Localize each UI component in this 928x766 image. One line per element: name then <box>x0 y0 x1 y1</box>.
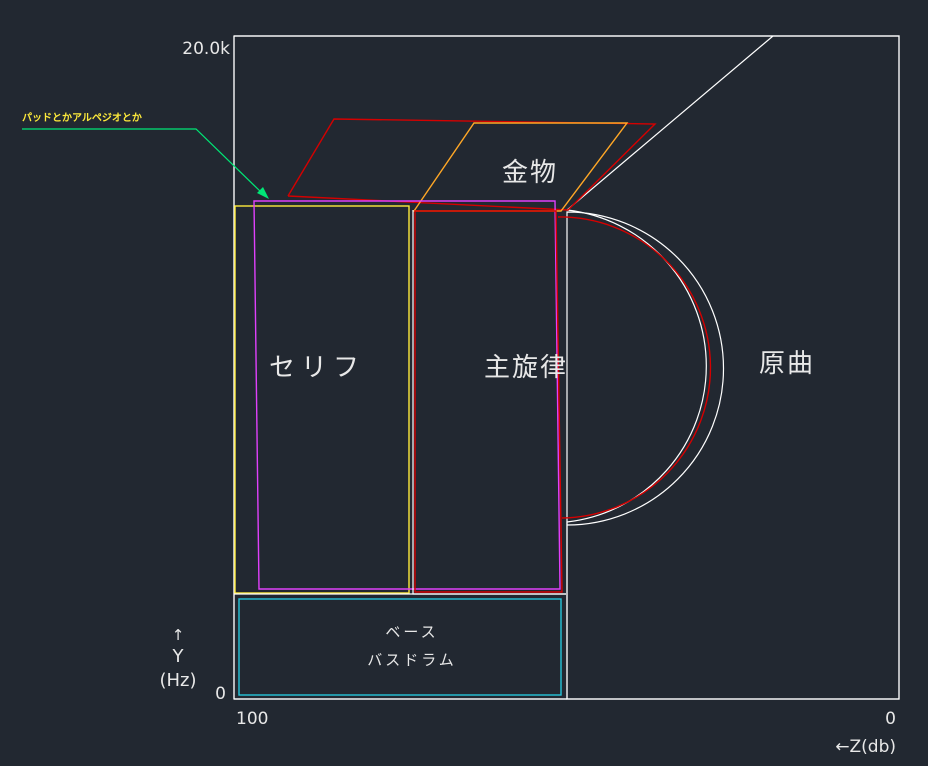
label-original: 原曲 <box>759 349 815 379</box>
label-kick: バスドラム <box>367 651 457 669</box>
melody-white-box <box>412 210 566 595</box>
label-serifu: セリフ <box>269 353 365 383</box>
y-axis-unit: (Hz) <box>159 670 196 691</box>
metal-red-outline <box>287 118 657 211</box>
melody-arc-red <box>557 216 712 519</box>
x-axis-left-label: 100 <box>236 709 268 729</box>
y-axis-top-label: 20.0k <box>182 39 230 59</box>
annotation-arrowhead <box>257 187 269 199</box>
x-axis-right-label: 0 <box>885 709 896 729</box>
label-melody: 主旋律 <box>484 353 568 383</box>
annotation-leader <box>22 128 264 195</box>
bass-box <box>238 598 562 696</box>
serifu-box <box>234 205 410 594</box>
x-axis-title: ←Z(db) <box>835 737 896 757</box>
diagram-svg: パッドとかアルペジオとか 金物 セリフ 主旋律 原曲 ベース バスドラム 20.… <box>22 35 900 757</box>
y-axis-title: Y <box>172 646 185 667</box>
y-axis-bottom-label: 0 <box>215 684 226 704</box>
melody-red-box <box>414 210 563 593</box>
pad-arpeggio-outline <box>253 200 561 590</box>
label-bass: ベース <box>385 623 438 641</box>
y-axis-arrow: ↑ <box>172 626 185 644</box>
label-metal: 金物 <box>502 158 558 188</box>
frequency-diagram: パッドとかアルペジオとか 金物 セリフ 主旋律 原曲 ベース バスドラム 20.… <box>0 0 928 766</box>
annotation-text: パッドとかアルペジオとか <box>22 112 142 124</box>
